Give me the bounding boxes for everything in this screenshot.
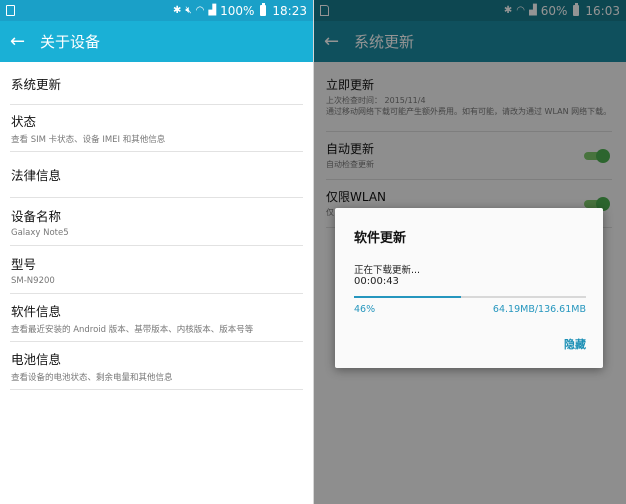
bluetooth-icon: ✱: [172, 4, 182, 16]
system-update-screen: ✱ ◠ ▟ 60% 16:03 ← 系统更新 立即更新 上次检查时间： 2015…: [314, 0, 626, 504]
list-item-model[interactable]: 型号 SM-N9200: [10, 246, 303, 294]
download-size: 64.19MB/136.61MB: [492, 304, 586, 315]
list-item-title: 系统更新: [11, 76, 62, 92]
wifi-icon: ◠: [195, 4, 205, 16]
sim-card-icon: [6, 5, 15, 16]
page-title: 关于设备: [40, 33, 101, 51]
about-device-screen: ✱ 🔇︎ ◠ ▟ 100% 18:23 ← 关于设备 系统更新 状态 查看 SI…: [0, 0, 313, 504]
download-status: 正在下载更新...: [354, 265, 421, 276]
list-item-subtitle: 查看 SIM 卡状态、设备 IMEI 和其他信息: [11, 135, 166, 145]
list-item-title: 型号: [11, 256, 37, 272]
list-item-device-name[interactable]: 设备名称 Galaxy Note5: [10, 198, 303, 246]
list-item-system-update[interactable]: 系统更新: [10, 62, 303, 105]
download-progress-bar: [354, 296, 586, 298]
list-item-subtitle: SM-N9200: [11, 275, 55, 286]
list-item-subtitle: Galaxy Note5: [11, 227, 69, 238]
list-item-title: 设备名称: [11, 208, 62, 224]
mute-icon: 🔇︎: [185, 4, 192, 16]
list-item-title: 软件信息: [11, 303, 62, 319]
list-item-battery-info[interactable]: 电池信息 查看设备的电池状态、剩余电量和其他信息: [10, 342, 303, 390]
list-item-subtitle: 查看设备的电池状态、剩余电量和其他信息: [11, 372, 173, 383]
list-item-software-info[interactable]: 软件信息 查看最近安装的 Android 版本、基带版本、内核版本、版本号等: [10, 294, 303, 342]
battery-icon: [260, 3, 267, 16]
list-item-title: 状态: [11, 114, 37, 129]
list-item-legal-info[interactable]: 法律信息: [10, 152, 303, 198]
progress-percent: 46%: [354, 304, 376, 315]
elapsed-time: 00:00:43: [354, 276, 399, 287]
software-update-dialog: 软件更新 正在下载更新... 00:00:43 46% 64.19MB/136.…: [335, 208, 603, 368]
back-arrow-icon[interactable]: ←: [10, 32, 32, 51]
list-item-title: 法律信息: [11, 168, 62, 183]
battery-percent: 100%: [220, 3, 255, 18]
app-bar: ← 关于设备: [0, 21, 313, 62]
list-item-subtitle: 查看最近安装的 Android 版本、基带版本、内核版本、版本号等: [11, 324, 254, 335]
signal-icon: ▟: [208, 4, 217, 16]
list-item-title: 电池信息: [11, 351, 62, 367]
clock: 18:23: [272, 3, 307, 18]
download-progress-fill: [354, 296, 461, 298]
list-item-status[interactable]: 状态 查看 SIM 卡状态、设备 IMEI 和其他信息: [10, 105, 303, 152]
hide-button[interactable]: 隐藏: [564, 336, 586, 352]
dialog-title: 软件更新: [354, 231, 407, 246]
status-bar: ✱ 🔇︎ ◠ ▟ 100% 18:23: [0, 0, 313, 21]
